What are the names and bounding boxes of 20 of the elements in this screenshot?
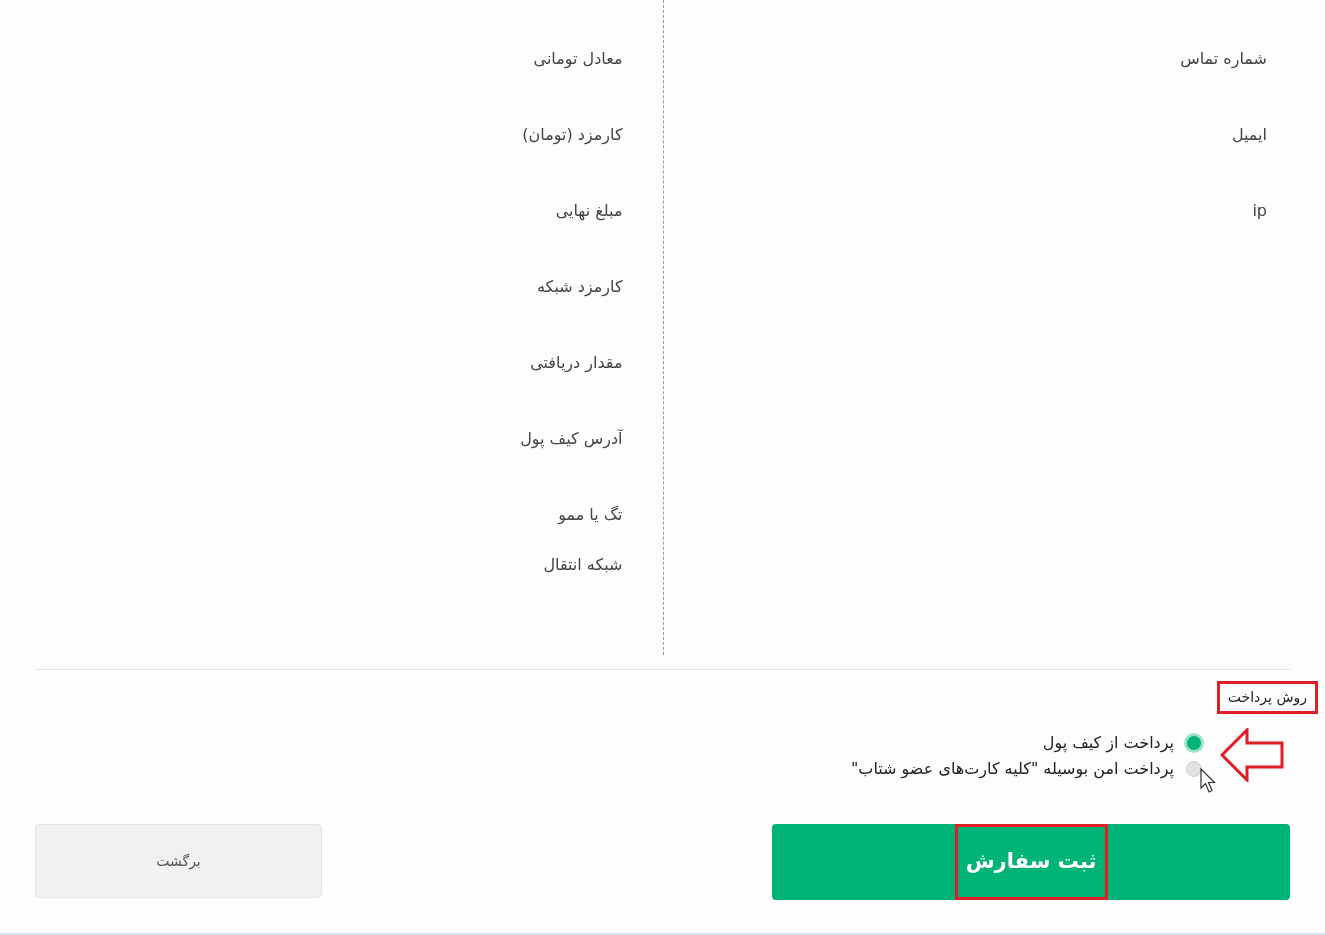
field-label: ip [1252,201,1267,221]
field-label: تگ یا ممو [558,505,623,525]
field-label: شبکه انتقال [543,555,623,575]
field-label: مقدار دریافتی [530,353,623,373]
option-label: پرداخت امن بوسیله "کلیه کارت‌های عضو شتاب" [851,758,1174,781]
back-button[interactable]: برگشت [35,824,322,898]
submit-highlight-box: ثبت سفارش [954,824,1108,900]
field-label: مبلغ نهایی [555,201,623,221]
field-label: شماره تماس [1180,49,1267,69]
field-label: کارمزد (تومان) [522,125,623,145]
arrow-annotation [1220,728,1284,782]
cursor-icon [1200,768,1216,794]
field-label: کارمزد شبکه [537,277,623,297]
radio-button[interactable] [1184,733,1204,753]
radio-button[interactable] [1186,761,1202,777]
field-label: آدرس کیف پول [520,429,623,449]
payment-method-label: روش پرداخت [1216,681,1318,714]
field-label: ایمیل [1231,125,1267,145]
option-label: پرداخت از کیف پول [1042,732,1174,755]
field-label: معادل تومانی [533,49,623,69]
